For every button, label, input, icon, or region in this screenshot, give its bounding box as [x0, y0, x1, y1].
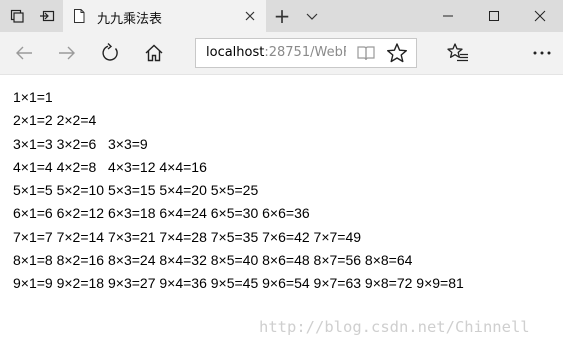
tab-title: 九九乘法表	[97, 12, 163, 27]
table-row-7: 7×1=7 7×2=14 7×3=21 7×4=28 7×5=35 7×6=42…	[13, 228, 362, 245]
multiplication-table: 1×1=1 2×1=2 2×2=4 3×1=3 3×2=6 3×3=9 4×1=…	[13, 86, 553, 296]
close-window-button[interactable]	[517, 0, 563, 32]
title-bar: 九九乘法表 +	[0, 0, 563, 32]
url-text[interactable]: localhost:28751/WebFc	[206, 45, 346, 60]
close-icon	[245, 11, 255, 21]
show-aside-tabs-button[interactable]	[32, 0, 62, 32]
forward-arrow-icon	[59, 46, 75, 60]
refresh-icon	[102, 43, 118, 61]
url-path: :28751/WebFc	[264, 45, 346, 60]
restore-tabs-icon	[40, 10, 55, 22]
table-row-6: 6×1=6 6×2=12 6×3=18 6×4=24 6×5=30 6×6=36	[13, 205, 310, 222]
forward-button[interactable]	[51, 37, 83, 69]
reading-view-button[interactable]	[356, 44, 376, 62]
minimize-icon	[443, 15, 453, 17]
chevron-down-icon	[306, 13, 318, 20]
table-row-1: 1×1=1	[13, 89, 53, 105]
back-arrow-icon	[16, 46, 32, 60]
table-row-5: 5×1=5 5×2=10 5×3=15 5×4=20 5×5=25	[13, 182, 259, 199]
blog-watermark: http://blog.csdn.net/Chinnell	[259, 318, 530, 336]
new-tab-button[interactable]: +	[268, 0, 296, 32]
maximize-icon	[489, 11, 499, 21]
navigation-bar: localhost:28751/WebFc	[0, 32, 563, 75]
table-row-9: 9×1=9 9×2=18 9×3=27 9×4=36 9×5=45 9×6=54…	[13, 275, 464, 292]
url-host: localhost	[206, 45, 265, 60]
address-bar[interactable]: localhost:28751/WebFc	[195, 38, 417, 68]
tabs-aside-icon	[10, 9, 24, 23]
tab-list-button[interactable]	[298, 0, 326, 32]
minimize-button[interactable]	[425, 0, 471, 32]
page-icon	[71, 8, 87, 24]
book-icon	[357, 46, 375, 61]
favorites-hub-button[interactable]	[442, 37, 474, 69]
back-button[interactable]	[8, 37, 40, 69]
refresh-button[interactable]	[94, 37, 126, 69]
star-icon	[387, 43, 407, 63]
add-favorite-button[interactable]	[386, 42, 408, 64]
home-icon	[145, 44, 163, 62]
table-row-4: 4×1=4 4×2=8 4×3=12 4×4=16	[13, 158, 207, 175]
close-tab-button[interactable]	[242, 8, 258, 24]
table-row-8: 8×1=8 8×2=16 8×3=24 8×4=32 8×5=40 8×6=48…	[13, 252, 413, 269]
close-icon	[534, 10, 546, 22]
active-tab[interactable]: 九九乘法表	[63, 0, 266, 32]
table-row-2: 2×1=2 2×2=4	[13, 112, 97, 129]
tab-manager-button[interactable]	[2, 0, 32, 32]
more-options-button[interactable]	[526, 37, 558, 69]
favorites-hub-icon	[447, 43, 468, 62]
home-button[interactable]	[138, 37, 170, 69]
more-dots-icon	[533, 51, 551, 55]
table-row-3: 3×1=3 3×2=6 3×3=9	[13, 135, 148, 152]
maximize-button[interactable]	[471, 0, 517, 32]
plus-icon: +	[273, 4, 291, 28]
